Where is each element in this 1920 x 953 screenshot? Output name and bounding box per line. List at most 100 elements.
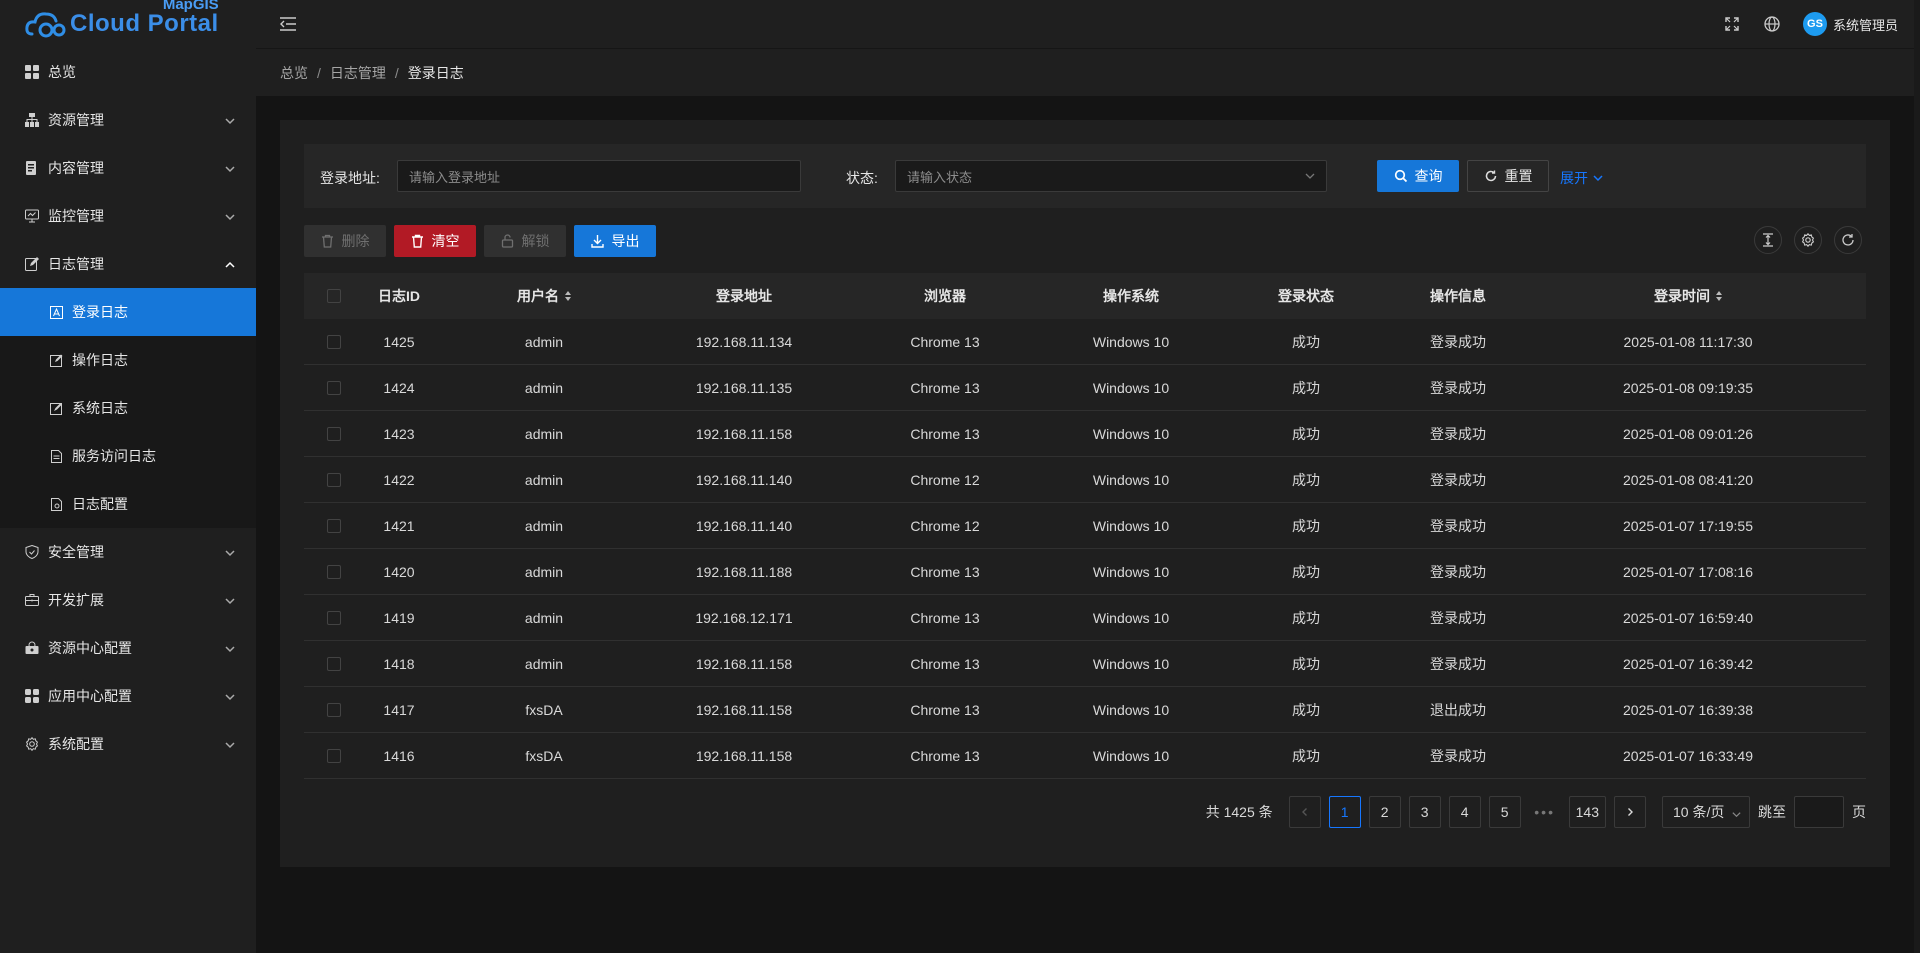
chevron-down-icon: [224, 690, 236, 702]
sidebar-item-security[interactable]: 安全管理: [0, 528, 256, 576]
row-checkbox[interactable]: [327, 426, 341, 441]
cell-log-id: 1420: [383, 563, 415, 580]
refresh-icon[interactable]: [1834, 226, 1862, 254]
cell-username: admin: [524, 609, 564, 626]
cell-browser: Chrome 13: [910, 747, 980, 764]
sidebar-item-system-config[interactable]: 系统配置: [0, 720, 256, 768]
table-row[interactable]: 1418 admin 192.168.11.158 Chrome 13 Windows …: [304, 641, 1866, 687]
page-button-4[interactable]: 4: [1448, 796, 1481, 828]
row-checkbox[interactable]: [327, 564, 341, 579]
app-center-icon: [24, 688, 40, 704]
prev-page-button[interactable]: [1288, 796, 1321, 828]
expand-link[interactable]: 展开: [1560, 168, 1604, 188]
table-row[interactable]: 1422 admin 192.168.11.140 Chrome 12 Windows …: [304, 457, 1866, 503]
table-row[interactable]: 1421 admin 192.168.11.140 Chrome 12 Windows …: [304, 503, 1866, 549]
row-checkbox[interactable]: [327, 380, 341, 395]
page-button-5[interactable]: 5: [1488, 796, 1521, 828]
menu-fold-icon[interactable]: [278, 14, 298, 34]
sidebar-item-resource-center-config[interactable]: 资源中心配置: [0, 624, 256, 672]
row-checkbox[interactable]: [327, 472, 341, 487]
sort-icon[interactable]: [565, 291, 571, 301]
edit-icon: [24, 256, 40, 272]
page-scrollbar[interactable]: [1914, 0, 1920, 953]
table-row[interactable]: 1423 admin 192.168.11.158 Chrome 13 Windows …: [304, 411, 1866, 457]
cell-login-time: 2025-01-07 17:08:16: [1623, 563, 1753, 580]
sort-icon[interactable]: [1716, 291, 1722, 301]
sidebar-item-overview[interactable]: 总览: [0, 48, 256, 96]
sidebar-item-label: 日志配置: [72, 496, 128, 512]
col-header-login-status: 登录状态: [1278, 288, 1334, 304]
row-checkbox[interactable]: [327, 656, 341, 671]
sidebar-item-logs[interactable]: 日志管理: [0, 240, 256, 288]
row-checkbox[interactable]: [327, 518, 341, 533]
export-button[interactable]: 导出: [574, 225, 656, 257]
col-header-username[interactable]: 用户名: [434, 273, 654, 319]
cell-username: admin: [524, 471, 564, 488]
query-button[interactable]: 查询: [1377, 160, 1459, 192]
page-size-select[interactable]: 10 条/页: [1662, 796, 1750, 828]
logo[interactable]: MapGIS Cloud Portal: [0, 0, 256, 48]
fullscreen-icon[interactable]: [1723, 15, 1741, 33]
sidebar-item-label: 系统日志: [72, 400, 128, 416]
row-checkbox[interactable]: [327, 610, 341, 625]
sidebar-item-monitor[interactable]: 监控管理: [0, 192, 256, 240]
sidebar-item-operation-log[interactable]: 操作日志: [0, 336, 256, 384]
unlock-button[interactable]: 解锁: [484, 225, 566, 257]
status-select[interactable]: 请输入状态: [895, 160, 1327, 192]
breadcrumb-item-log-management[interactable]: 日志管理: [330, 63, 386, 83]
table-row[interactable]: 1424 admin 192.168.11.135 Chrome 13 Windows …: [304, 365, 1866, 411]
pagination-ellipsis[interactable]: •••: [1529, 804, 1561, 820]
select-all-checkbox[interactable]: [327, 289, 341, 303]
globe-icon[interactable]: [1763, 15, 1781, 33]
sidebar-item-content[interactable]: 内容管理: [0, 144, 256, 192]
cell-login-time: 2025-01-08 09:01:26: [1623, 425, 1753, 442]
breadcrumb-item-overview[interactable]: 总览: [280, 63, 308, 83]
cell-log-id: 1423: [383, 425, 415, 442]
sidebar-item-service-log[interactable]: 服务访问日志: [0, 432, 256, 480]
reset-button[interactable]: 重置: [1467, 160, 1549, 192]
row-checkbox[interactable]: [327, 748, 341, 763]
username[interactable]: 系统管理员: [1833, 15, 1898, 34]
next-page-button[interactable]: [1614, 796, 1646, 828]
page-button-last[interactable]: 143: [1568, 796, 1606, 828]
col-header-browser: 浏览器: [924, 288, 966, 304]
table-row[interactable]: 1417 fxsDA 192.168.11.158 Chrome 13 Windows …: [304, 687, 1866, 733]
table-row[interactable]: 1419 admin 192.168.12.171 Chrome 13 Windows …: [304, 595, 1866, 641]
row-checkbox[interactable]: [327, 334, 341, 349]
table-row[interactable]: 1416 fxsDA 192.168.11.158 Chrome 13 Windows …: [304, 733, 1866, 779]
cell-login-address: 192.168.11.135: [695, 379, 793, 396]
chevron-down-icon: [224, 210, 236, 222]
cell-browser: Chrome 13: [910, 655, 980, 672]
delete-button[interactable]: 删除: [304, 225, 386, 257]
address-input[interactable]: 请输入登录地址: [397, 160, 801, 192]
sidebar-item-resource[interactable]: 资源管理: [0, 96, 256, 144]
cell-operation-info: 登录成功: [1430, 425, 1486, 442]
cell-username: admin: [524, 517, 564, 534]
column-height-icon[interactable]: [1754, 226, 1782, 254]
clear-button[interactable]: 清空: [394, 225, 476, 257]
sidebar-item-log-config[interactable]: 日志配置: [0, 480, 256, 528]
sidebar-item-dev-extension[interactable]: 开发扩展: [0, 576, 256, 624]
row-checkbox[interactable]: [327, 702, 341, 717]
table-row[interactable]: 1420 admin 192.168.11.188 Chrome 13 Windows …: [304, 549, 1866, 595]
page-button-3[interactable]: 3: [1408, 796, 1441, 828]
sidebar-item-system-log[interactable]: 系统日志: [0, 384, 256, 432]
col-header-os: 操作系统: [1103, 288, 1159, 304]
jump-page-input[interactable]: [1794, 796, 1844, 828]
unlock-button-label: 解锁: [521, 233, 550, 249]
sidebar-item-app-center-config[interactable]: 应用中心配置: [0, 672, 256, 720]
table-row[interactable]: 1425 admin 192.168.11.134 Chrome 13 Windows …: [304, 319, 1866, 365]
resource-center-icon: [24, 640, 40, 656]
cell-operation-info: 登录成功: [1430, 379, 1486, 396]
col-header-login-time[interactable]: 登录时间: [1510, 273, 1866, 319]
settings-icon[interactable]: [1794, 226, 1822, 254]
page-button-2[interactable]: 2: [1368, 796, 1401, 828]
sidebar-item-login-log[interactable]: 登录日志: [0, 288, 256, 336]
chevron-left-icon: [1300, 807, 1310, 817]
trash-icon: [411, 234, 425, 248]
avatar[interactable]: GS: [1802, 12, 1827, 36]
page-button-1[interactable]: 1: [1328, 796, 1361, 828]
cell-log-id: 1416: [383, 747, 415, 764]
cell-operation-info: 登录成功: [1430, 655, 1486, 672]
sidebar-item-label: 总览: [48, 64, 76, 80]
